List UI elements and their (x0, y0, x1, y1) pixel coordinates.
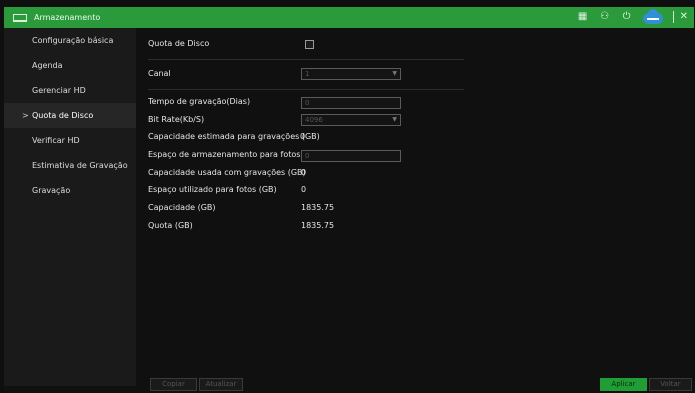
record-days-input[interactable]: 0 (301, 97, 401, 109)
quota-checkbox[interactable] (305, 40, 314, 49)
used-record-label: Capacidade usada com gravações (GB) (148, 168, 306, 177)
title-bar: Armazenamento ▦ ⚇ ⏻ ✕ (4, 7, 694, 28)
sidebar-item-agenda[interactable]: Agenda (4, 53, 136, 78)
photo-space-input[interactable]: 0 (301, 150, 401, 162)
sidebar-item-configuracao-basica[interactable]: Configuração básica (4, 28, 136, 53)
divider (148, 59, 464, 60)
sidebar-item-label: Agenda (32, 61, 63, 70)
sidebar-item-label: Estimativa de Gravação (32, 161, 128, 170)
sidebar-item-label: Quota de Disco (32, 111, 94, 120)
channel-label: Canal (148, 69, 171, 78)
divider (148, 89, 464, 90)
sidebar-item-gerenciar-hd[interactable]: Gerenciar HD (4, 78, 136, 103)
window-title: Armazenamento (34, 13, 101, 22)
sidebar-item-label: Verificar HD (32, 136, 80, 145)
used-photo-value: 0 (301, 185, 307, 194)
grid-icon[interactable]: ▦ (577, 11, 589, 23)
photo-space-value: 0 (305, 152, 310, 160)
record-days-value: 0 (305, 99, 310, 107)
est-capacity-label: Capacidade estimada para gravações (GB) (148, 132, 320, 141)
sidebar-item-label: Configuração básica (32, 36, 114, 45)
storage-icon (13, 13, 27, 22)
chevron-right-icon: > (22, 111, 29, 120)
capacity-value: 1835.75 (301, 203, 335, 212)
bitrate-value: 4096 (305, 116, 323, 124)
titlebar-icons: ▦ ⚇ ⏻ ✕ (577, 8, 688, 24)
used-record-value: 0 (301, 168, 307, 177)
refresh-button[interactable]: Atualizar (199, 378, 243, 391)
bitrate-select[interactable]: 4096 ▼ (301, 114, 401, 126)
user-icon[interactable]: ⚇ (599, 11, 611, 23)
main-content: Quota de Disco Canal 1 ▼ Tempo de gravaç… (148, 30, 688, 386)
bitrate-label: Bit Rate(Kb/S) (148, 115, 205, 124)
copy-button[interactable]: Copiar (150, 378, 197, 391)
chevron-down-icon: ▼ (392, 70, 397, 77)
used-photo-label: Espaço utilizado para fotos (GB) (148, 185, 277, 194)
power-icon[interactable]: ⏻ (621, 11, 633, 23)
close-icon[interactable]: ✕ (672, 11, 688, 23)
sidebar-item-estimativa-de-gravacao[interactable]: Estimativa de Gravação (4, 153, 136, 178)
sidebar-item-quota-de-disco[interactable]: > Quota de Disco (4, 103, 136, 128)
est-capacity-value: 0 (300, 132, 306, 141)
record-days-label: Tempo de gravação(Dias) (148, 97, 251, 106)
apply-button[interactable]: Aplicar (600, 378, 647, 391)
chevron-down-icon: ▼ (392, 116, 397, 123)
sidebar: Configuração básica Agenda Gerenciar HD … (4, 28, 136, 386)
sidebar-item-verificar-hd[interactable]: Verificar HD (4, 128, 136, 153)
capacity-label: Capacidade (GB) (148, 203, 216, 212)
quota-total-value: 1835.75 (301, 221, 335, 230)
channel-value: 1 (305, 70, 310, 78)
sidebar-item-label: Gravação (32, 186, 71, 195)
sidebar-item-gravacao[interactable]: Gravação (4, 178, 136, 203)
back-button[interactable]: Voltar (649, 378, 692, 391)
channel-select[interactable]: 1 ▼ (301, 68, 401, 80)
sidebar-item-label: Gerenciar HD (32, 86, 86, 95)
cloud-icon[interactable] (642, 8, 663, 24)
quota-label: Quota de Disco (148, 39, 210, 48)
photo-space-label: Espaço de armazenamento para fotos (GB) (148, 150, 321, 159)
quota-total-label: Quota (GB) (148, 221, 193, 230)
